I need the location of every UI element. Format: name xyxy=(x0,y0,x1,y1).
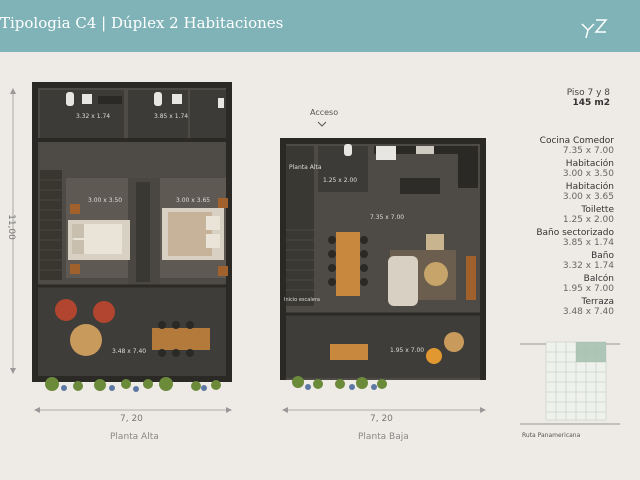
room-name: Habitación xyxy=(565,159,614,169)
lower-floor-plan xyxy=(280,121,486,413)
room-dims: 1.25 x 2.00 xyxy=(562,215,614,225)
lower-room-label: Inicio escalera xyxy=(284,297,320,303)
lower-room-label: 1.95 x 7.00 xyxy=(390,347,425,354)
room-item: Cocina Comedor 7.35 x 7.00 xyxy=(520,136,614,156)
road-label: Ruta Panamericana xyxy=(522,432,581,439)
room-item: Baño sectorizado 3.85 x 1.74 xyxy=(520,228,614,248)
upper-width-dim: 7, 20 xyxy=(120,414,143,424)
lower-width-dim: 7, 20 xyxy=(370,414,393,424)
room-item: Terraza 3.48 x 7.40 xyxy=(520,297,614,317)
upper-room-label: 3.32 x 1.74 xyxy=(76,113,111,120)
room-item: Baño 3.32 x 1.74 xyxy=(520,251,614,271)
lower-room-label: Planta Alta xyxy=(289,164,322,171)
lower-room-label: 1.25 x 2.00 xyxy=(323,177,358,184)
yz-logo-icon xyxy=(581,19,608,39)
room-name: Baño sectorizado xyxy=(536,228,614,238)
upper-room-label: 3.85 x 1.74 xyxy=(154,113,189,120)
room-dims: 1.95 x 7.00 xyxy=(562,284,614,294)
upper-height-dim: 11,00 xyxy=(5,214,16,240)
room-name: Cocina Comedor xyxy=(539,136,614,146)
room-dims: 3.85 x 1.74 xyxy=(562,238,614,248)
room-item: Habitación 3.00 x 3.65 xyxy=(520,182,614,202)
area-label: 145 m2 xyxy=(572,98,610,108)
room-name: Terraza xyxy=(581,297,614,307)
room-name: Baño xyxy=(591,251,614,261)
lower-plan-caption: Planta Baja xyxy=(358,432,409,442)
page-title: Tipologia C4 | Dúplex 2 Habitaciones xyxy=(0,14,284,32)
floors-label: Piso 7 y 8 xyxy=(566,88,610,98)
room-dims: 3.00 x 3.65 xyxy=(562,192,614,202)
room-dims: 3.48 x 7.40 xyxy=(562,307,614,317)
site-location-map xyxy=(520,341,620,425)
access-label: Acceso xyxy=(310,108,339,117)
room-dims: 3.32 x 1.74 xyxy=(562,261,614,271)
upper-room-label: 3.00 x 3.65 xyxy=(176,197,211,204)
room-name: Toilette xyxy=(581,205,614,215)
upper-room-label: 3.48 x 7.40 xyxy=(112,348,147,355)
upper-floor-plan xyxy=(10,82,232,413)
room-dims: 7.35 x 7.00 xyxy=(562,146,614,156)
upper-room-label: 3.00 x 3.50 xyxy=(88,197,123,204)
lower-room-label: 7.35 x 7.00 xyxy=(370,214,405,221)
room-name: Balcón xyxy=(583,274,614,284)
room-item: Habitación 3.00 x 3.50 xyxy=(520,159,614,179)
room-dims: 3.00 x 3.50 xyxy=(562,169,614,179)
room-name: Habitación xyxy=(565,182,614,192)
room-list: Cocina Comedor 7.35 x 7.00 Habitación 3.00… xyxy=(520,136,614,320)
upper-plan-caption: Planta Alta xyxy=(110,432,159,442)
floor-info: Piso 7 y 8 145 m2 xyxy=(540,88,610,108)
room-item: Toilette 1.25 x 2.00 xyxy=(520,205,614,225)
header-bar: Tipologia C4 | Dúplex 2 Habitaciones xyxy=(0,0,640,52)
room-item: Balcón 1.95 x 7.00 xyxy=(520,274,614,294)
